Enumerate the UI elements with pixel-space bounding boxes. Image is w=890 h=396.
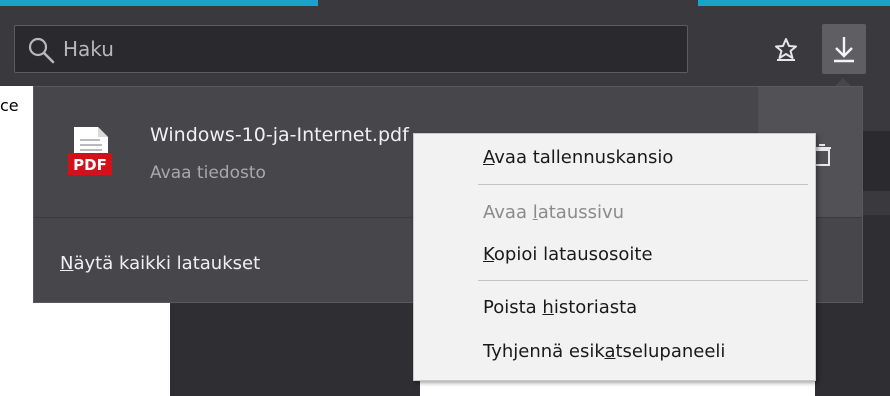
- show-all-downloads-link[interactable]: Näytä kaikki lataukset: [60, 253, 260, 274]
- downloads-button[interactable]: [822, 24, 866, 74]
- page-text-fragment: ce: [0, 96, 19, 115]
- menu-separator: [478, 184, 808, 185]
- bookmarks-button[interactable]: [764, 24, 808, 74]
- page-background: [0, 86, 34, 396]
- download-arrow-icon: [834, 37, 854, 63]
- search-box[interactable]: [14, 25, 688, 73]
- browser-toolbar: [0, 0, 890, 86]
- download-file-name: Windows-10-ja-Internet.pdf: [150, 124, 409, 146]
- menu-item-open-download-page: Avaa lataussivu: [483, 202, 625, 223]
- tab-accent-left: [0, 0, 318, 6]
- pdf-file-icon: PDF: [68, 127, 112, 175]
- search-input[interactable]: [63, 32, 663, 66]
- menu-item-delete-from-history[interactable]: Poista historiasta: [483, 297, 637, 318]
- menu-item-clear-preview-panel[interactable]: Tyhjennä esikatselupaneeli: [483, 341, 725, 362]
- context-menu: Avaa tallennuskansio Avaa lataussivu Kop…: [413, 133, 816, 381]
- menu-item-copy-download-link[interactable]: Kopioi latausosoite: [483, 244, 653, 265]
- bookmark-star-icon: [775, 38, 797, 61]
- menu-separator: [478, 280, 808, 281]
- menu-item-open-folder[interactable]: Avaa tallennuskansio: [483, 147, 673, 168]
- pdf-icon-label: PDF: [73, 156, 107, 174]
- access-key: N: [60, 253, 74, 274]
- download-status: Avaa tiedosto: [150, 163, 266, 183]
- tab-accent-right: [698, 0, 890, 6]
- search-icon: [28, 37, 55, 64]
- page-dark-region: [170, 303, 420, 396]
